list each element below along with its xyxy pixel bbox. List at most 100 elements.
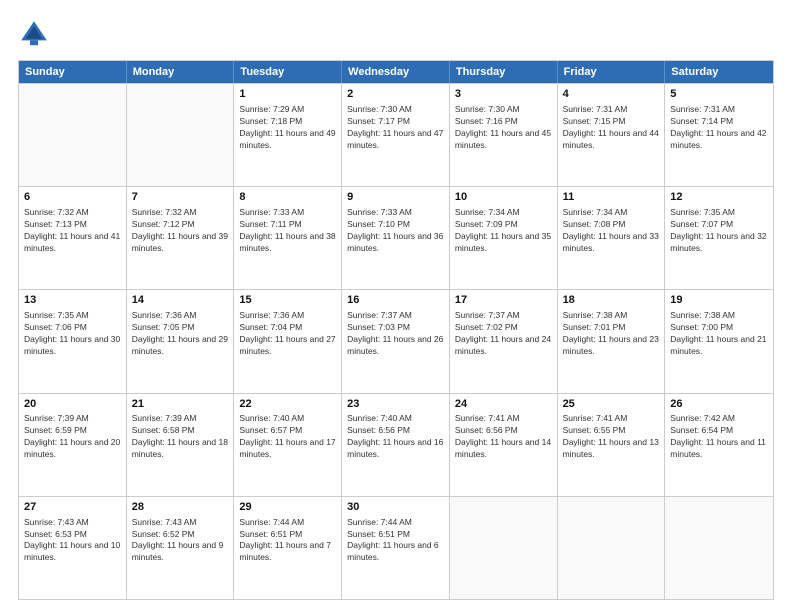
day-number: 19 — [670, 293, 768, 308]
calendar-cell-14: 14 Sunrise: 7:36 AMSunset: 7:05 PMDayligh… — [127, 290, 235, 392]
weekday-header-sunday: Sunday — [19, 61, 127, 83]
calendar-cell-1: 1 Sunrise: 7:29 AMSunset: 7:18 PMDaylight… — [234, 84, 342, 186]
calendar-cell-18: 18 Sunrise: 7:38 AMSunset: 7:01 PMDayligh… — [558, 290, 666, 392]
day-number: 9 — [347, 190, 444, 205]
calendar-cell-empty-4-6 — [665, 497, 773, 599]
cell-info: Sunrise: 7:32 AMSunset: 7:13 PMDaylight:… — [24, 207, 121, 255]
calendar-row-4: 27Sunrise: 7:43 AMSunset: 6:53 PMDayligh… — [19, 496, 773, 599]
logo-icon — [18, 18, 50, 50]
cell-info: Sunrise: 7:44 AMSunset: 6:51 PMDaylight:… — [347, 517, 444, 565]
calendar-cell-10: 10Sunrise: 7:34 AMSunset: 7:09 PMDayligh… — [450, 187, 558, 289]
day-number: 25 — [563, 397, 660, 412]
weekday-header-wednesday: Wednesday — [342, 61, 450, 83]
day-number: 17 — [455, 293, 552, 308]
header — [18, 18, 774, 50]
calendar-cell-empty-4-5 — [558, 497, 666, 599]
day-number: 8 — [239, 190, 336, 205]
cell-info: Sunrise: 7:38 AMSunset: 7:01 PMDaylight:… — [563, 310, 660, 358]
calendar-cell-2: 2 Sunrise: 7:30 AMSunset: 7:17 PMDaylight… — [342, 84, 450, 186]
calendar-cell-25: 25Sunrise: 7:41 AMSunset: 6:55 PMDayligh… — [558, 394, 666, 496]
day-number: 23 — [347, 397, 444, 412]
calendar-cell-16: 16Sunrise: 7:37 AMSunset: 7:03 PMDayligh… — [342, 290, 450, 392]
calendar-cell-20: 20Sunrise: 7:39 AMSunset: 6:59 PMDayligh… — [19, 394, 127, 496]
page: SundayMondayTuesdayWednesdayThursdayFrid… — [0, 0, 792, 612]
day-number: 30 — [347, 500, 444, 515]
cell-info: Sunrise: 7:37 AMSunset: 7:02 PMDaylight:… — [455, 310, 552, 358]
cell-info: Sunrise: 7:43 AMSunset: 6:52 PMDaylight:… — [132, 517, 229, 565]
cell-info: Sunrise: 7:38 AMSunset: 7:00 PMDaylight:… — [670, 310, 768, 358]
cell-info: Sunrise: 7:39 AMSunset: 6:59 PMDaylight:… — [24, 413, 121, 461]
day-number: 22 — [239, 397, 336, 412]
cell-info: Sunrise: 7:43 AMSunset: 6:53 PMDaylight:… — [24, 517, 121, 565]
day-number: 12 — [670, 190, 768, 205]
calendar-row-1: 6 Sunrise: 7:32 AMSunset: 7:13 PMDaylight… — [19, 186, 773, 289]
day-number: 4 — [563, 87, 660, 102]
calendar-cell-11: 11 Sunrise: 7:34 AMSunset: 7:08 PMDayligh… — [558, 187, 666, 289]
day-number: 1 — [239, 87, 336, 102]
calendar-cell-22: 22Sunrise: 7:40 AMSunset: 6:57 PMDayligh… — [234, 394, 342, 496]
calendar-cell-23: 23Sunrise: 7:40 AMSunset: 6:56 PMDayligh… — [342, 394, 450, 496]
cell-info: Sunrise: 7:41 AMSunset: 6:55 PMDaylight:… — [563, 413, 660, 461]
calendar-cell-29: 29 Sunrise: 7:44 AMSunset: 6:51 PMDayligh… — [234, 497, 342, 599]
cell-info: Sunrise: 7:39 AMSunset: 6:58 PMDaylight:… — [132, 413, 229, 461]
cell-info: Sunrise: 7:36 AMSunset: 7:04 PMDaylight:… — [239, 310, 336, 358]
cell-info: Sunrise: 7:44 AMSunset: 6:51 PMDaylight:… — [239, 517, 336, 565]
calendar-cell-28: 28 Sunrise: 7:43 AMSunset: 6:52 PMDayligh… — [127, 497, 235, 599]
cell-info: Sunrise: 7:30 AMSunset: 7:17 PMDaylight:… — [347, 104, 444, 152]
day-number: 3 — [455, 87, 552, 102]
day-number: 11 — [563, 190, 660, 205]
calendar-cell-4: 4 Sunrise: 7:31 AMSunset: 7:15 PMDaylight… — [558, 84, 666, 186]
day-number: 26 — [670, 397, 768, 412]
cell-info: Sunrise: 7:31 AMSunset: 7:15 PMDaylight:… — [563, 104, 660, 152]
day-number: 18 — [563, 293, 660, 308]
calendar-cell-15: 15 Sunrise: 7:36 AMSunset: 7:04 PMDayligh… — [234, 290, 342, 392]
calendar-cell-5: 5Sunrise: 7:31 AMSunset: 7:14 PMDaylight… — [665, 84, 773, 186]
day-number: 28 — [132, 500, 229, 515]
day-number: 13 — [24, 293, 121, 308]
calendar-body: 1 Sunrise: 7:29 AMSunset: 7:18 PMDaylight… — [19, 83, 773, 599]
cell-info: Sunrise: 7:31 AMSunset: 7:14 PMDaylight:… — [670, 104, 768, 152]
cell-info: Sunrise: 7:40 AMSunset: 6:56 PMDaylight:… — [347, 413, 444, 461]
calendar-cell-24: 24Sunrise: 7:41 AMSunset: 6:56 PMDayligh… — [450, 394, 558, 496]
cell-info: Sunrise: 7:37 AMSunset: 7:03 PMDaylight:… — [347, 310, 444, 358]
calendar-cell-empty-0-0 — [19, 84, 127, 186]
cell-info: Sunrise: 7:34 AMSunset: 7:08 PMDaylight:… — [563, 207, 660, 255]
cell-info: Sunrise: 7:42 AMSunset: 6:54 PMDaylight:… — [670, 413, 768, 461]
cell-info: Sunrise: 7:33 AMSunset: 7:10 PMDaylight:… — [347, 207, 444, 255]
day-number: 7 — [132, 190, 229, 205]
calendar-cell-30: 30 Sunrise: 7:44 AMSunset: 6:51 PMDayligh… — [342, 497, 450, 599]
cell-info: Sunrise: 7:32 AMSunset: 7:12 PMDaylight:… — [132, 207, 229, 255]
cell-info: Sunrise: 7:36 AMSunset: 7:05 PMDaylight:… — [132, 310, 229, 358]
weekday-header-thursday: Thursday — [450, 61, 558, 83]
day-number: 29 — [239, 500, 336, 515]
day-number: 21 — [132, 397, 229, 412]
weekday-header-tuesday: Tuesday — [234, 61, 342, 83]
cell-info: Sunrise: 7:30 AMSunset: 7:16 PMDaylight:… — [455, 104, 552, 152]
calendar-cell-3: 3 Sunrise: 7:30 AMSunset: 7:16 PMDaylight… — [450, 84, 558, 186]
weekday-header-saturday: Saturday — [665, 61, 773, 83]
calendar-cell-21: 21Sunrise: 7:39 AMSunset: 6:58 PMDayligh… — [127, 394, 235, 496]
cell-info: Sunrise: 7:33 AMSunset: 7:11 PMDaylight:… — [239, 207, 336, 255]
cell-info: Sunrise: 7:35 AMSunset: 7:07 PMDaylight:… — [670, 207, 768, 255]
calendar-row-3: 20Sunrise: 7:39 AMSunset: 6:59 PMDayligh… — [19, 393, 773, 496]
calendar: SundayMondayTuesdayWednesdayThursdayFrid… — [18, 60, 774, 600]
calendar-cell-8: 8 Sunrise: 7:33 AMSunset: 7:11 PMDaylight… — [234, 187, 342, 289]
day-number: 6 — [24, 190, 121, 205]
cell-info: Sunrise: 7:34 AMSunset: 7:09 PMDaylight:… — [455, 207, 552, 255]
calendar-row-2: 13Sunrise: 7:35 AMSunset: 7:06 PMDayligh… — [19, 289, 773, 392]
day-number: 20 — [24, 397, 121, 412]
day-number: 15 — [239, 293, 336, 308]
cell-info: Sunrise: 7:40 AMSunset: 6:57 PMDaylight:… — [239, 413, 336, 461]
weekday-header-friday: Friday — [558, 61, 666, 83]
cell-info: Sunrise: 7:29 AMSunset: 7:18 PMDaylight:… — [239, 104, 336, 152]
calendar-cell-7: 7 Sunrise: 7:32 AMSunset: 7:12 PMDaylight… — [127, 187, 235, 289]
logo — [18, 18, 54, 50]
calendar-cell-empty-4-4 — [450, 497, 558, 599]
calendar-cell-19: 19 Sunrise: 7:38 AMSunset: 7:00 PMDayligh… — [665, 290, 773, 392]
day-number: 14 — [132, 293, 229, 308]
day-number: 24 — [455, 397, 552, 412]
calendar-header-row: SundayMondayTuesdayWednesdayThursdayFrid… — [19, 61, 773, 83]
calendar-cell-26: 26Sunrise: 7:42 AMSunset: 6:54 PMDayligh… — [665, 394, 773, 496]
calendar-cell-12: 12 Sunrise: 7:35 AMSunset: 7:07 PMDayligh… — [665, 187, 773, 289]
day-number: 2 — [347, 87, 444, 102]
